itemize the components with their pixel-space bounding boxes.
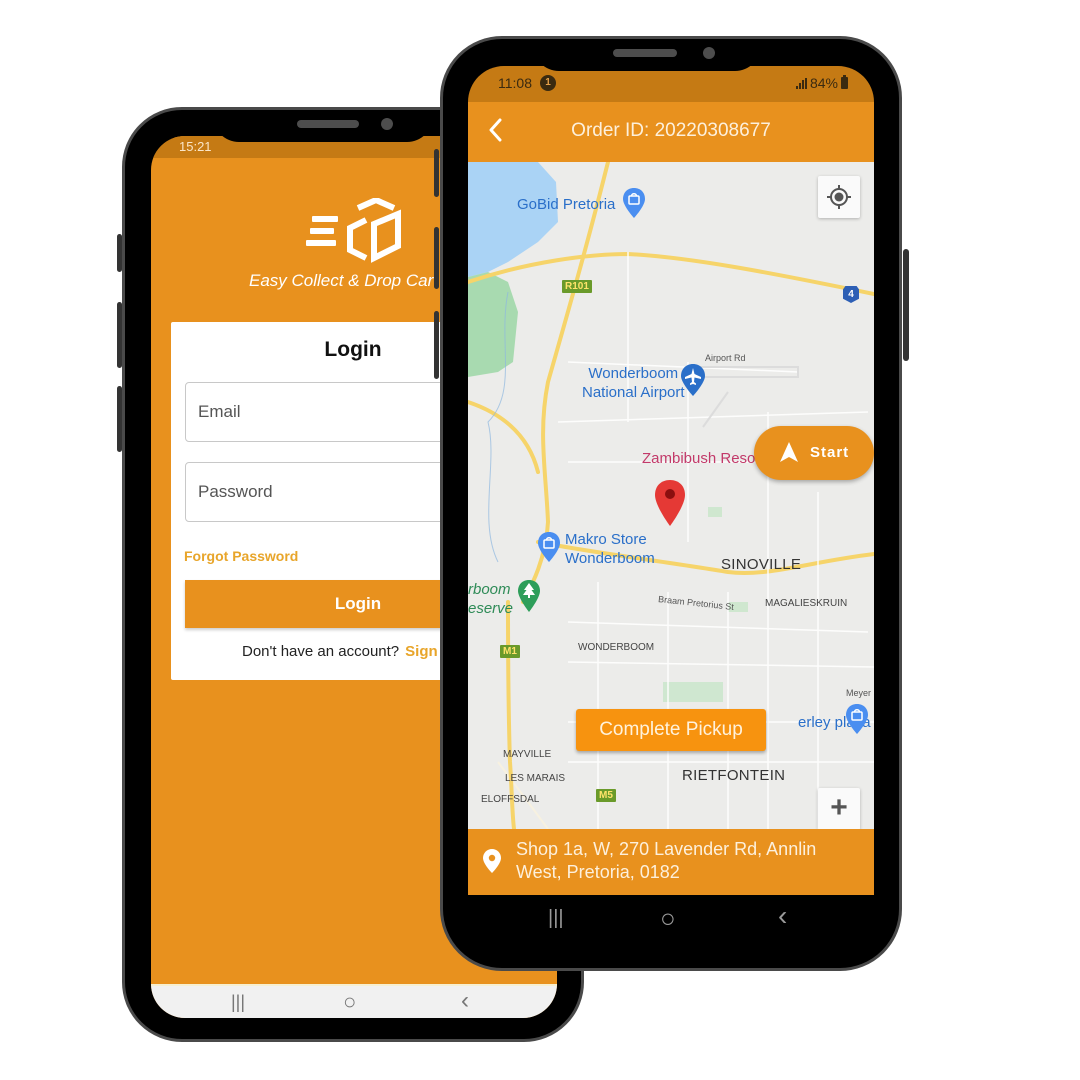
zoom-in-button[interactable]: + [818,788,860,829]
location-pin-icon [483,849,501,873]
street-label: Meyer St [846,688,874,698]
app-tagline: Easy Collect & Drop Car [249,271,434,290]
shopping-pin-icon[interactable] [623,188,645,218]
area-label: MAGALIESKRUIN [765,598,848,609]
volume-button [117,234,122,272]
power-button [903,249,909,361]
area-label: LES MARAIS [505,773,566,784]
power-button [117,386,122,452]
forgot-password-link[interactable]: Forgot Password [184,548,298,564]
back-nav-icon[interactable]: ‹ [778,900,787,932]
pickup-address: Shop 1a, W, 270 Lavender Rd, Annlin West… [516,839,817,882]
volume-down-button [434,227,439,289]
map-poi-label[interactable]: Wonderboom National Airport [582,364,685,402]
map-view[interactable]: GoBid Pretoria Wonderboom National Airpo… [468,162,874,829]
recents-icon[interactable]: ||| [231,992,245,1013]
area-label: SINOVILLE [721,556,802,573]
notification-badge: 1 [540,75,556,91]
status-time: 11:08 [498,75,532,91]
poi-line: Wonderboom [588,365,679,382]
start-navigation-button[interactable]: Start [754,426,874,480]
speaker [613,49,677,57]
signal-icon [795,77,807,89]
shopping-pin-icon[interactable] [846,704,868,734]
signup-row: Don't have an account? Sign [242,643,438,660]
route-shield: R101 [562,280,592,293]
signup-link[interactable]: Sign [405,643,438,660]
status-time: 15:21 [179,139,212,154]
area-label: RIETFONTEIN [682,767,786,784]
airport-pin-icon[interactable] [681,364,705,396]
battery-icon [841,75,848,89]
order-phone: 11:08 1 84% Order ID: 20220308677 GoBid … [434,36,909,971]
home-icon[interactable]: ○ [343,989,356,1015]
map-poi-label[interactable]: GoBid Pretoria [517,196,615,213]
area-label: ELOFFSDAL [481,794,540,805]
navigation-arrow-icon [780,442,798,462]
order-header: Order ID: 20220308677 [468,102,874,162]
map-poi-label[interactable]: Makro Store Wonderboom [565,530,655,568]
front-camera [381,118,393,130]
order-id-title: Order ID: 20220308677 [571,120,771,141]
recents-icon[interactable]: ||| [548,907,564,930]
destination-pin-icon[interactable] [655,480,685,526]
status-bar: 11:08 1 84% [468,66,874,102]
route-shield: M1 [500,645,520,658]
poi-line: National Airport [582,384,685,401]
home-icon[interactable]: ○ [660,903,676,934]
area-label: WONDERBOOM [578,642,655,653]
speaker [297,120,359,128]
my-location-button[interactable] [818,176,860,218]
crosshair-icon [827,185,851,209]
map-poi-label[interactable]: rboom eserve [468,580,513,618]
notch [213,110,433,142]
status-indicators: 84% [795,75,848,91]
back-nav-icon[interactable]: ‹ [461,987,469,1015]
poi-line: rboom [468,581,511,598]
volume-button [434,149,439,197]
bixby-button [434,311,439,379]
area-label: MAYVILLE [503,749,552,760]
map-poi-label[interactable]: Zambibush Reso [642,450,755,467]
complete-pickup-button[interactable]: Complete Pickup [576,709,766,751]
battery-level: 84% [809,75,838,91]
notch [533,39,761,71]
eco-box-logo-icon [306,198,401,263]
volume-down-button [117,302,122,368]
start-label: Start [810,444,850,461]
route-shield: M5 [596,789,616,802]
shopping-pin-icon[interactable] [538,532,560,562]
street-label: Airport Rd [705,353,746,363]
park-pin-icon[interactable] [518,580,540,612]
poi-line: Makro Store [565,531,647,548]
poi-line: Wonderboom [565,550,655,567]
front-camera [703,47,715,59]
system-nav-bar: ||| ○ ‹ [151,984,557,1018]
system-nav-bar: ||| ○ ‹ [468,895,874,944]
poi-line: eserve [468,600,514,617]
signup-prompt: Don't have an account? [242,643,400,660]
pickup-address-bar: Shop 1a, W, 270 Lavender Rd, Annlin West… [468,829,874,895]
order-screen: 11:08 1 84% Order ID: 20220308677 GoBid … [468,66,874,944]
